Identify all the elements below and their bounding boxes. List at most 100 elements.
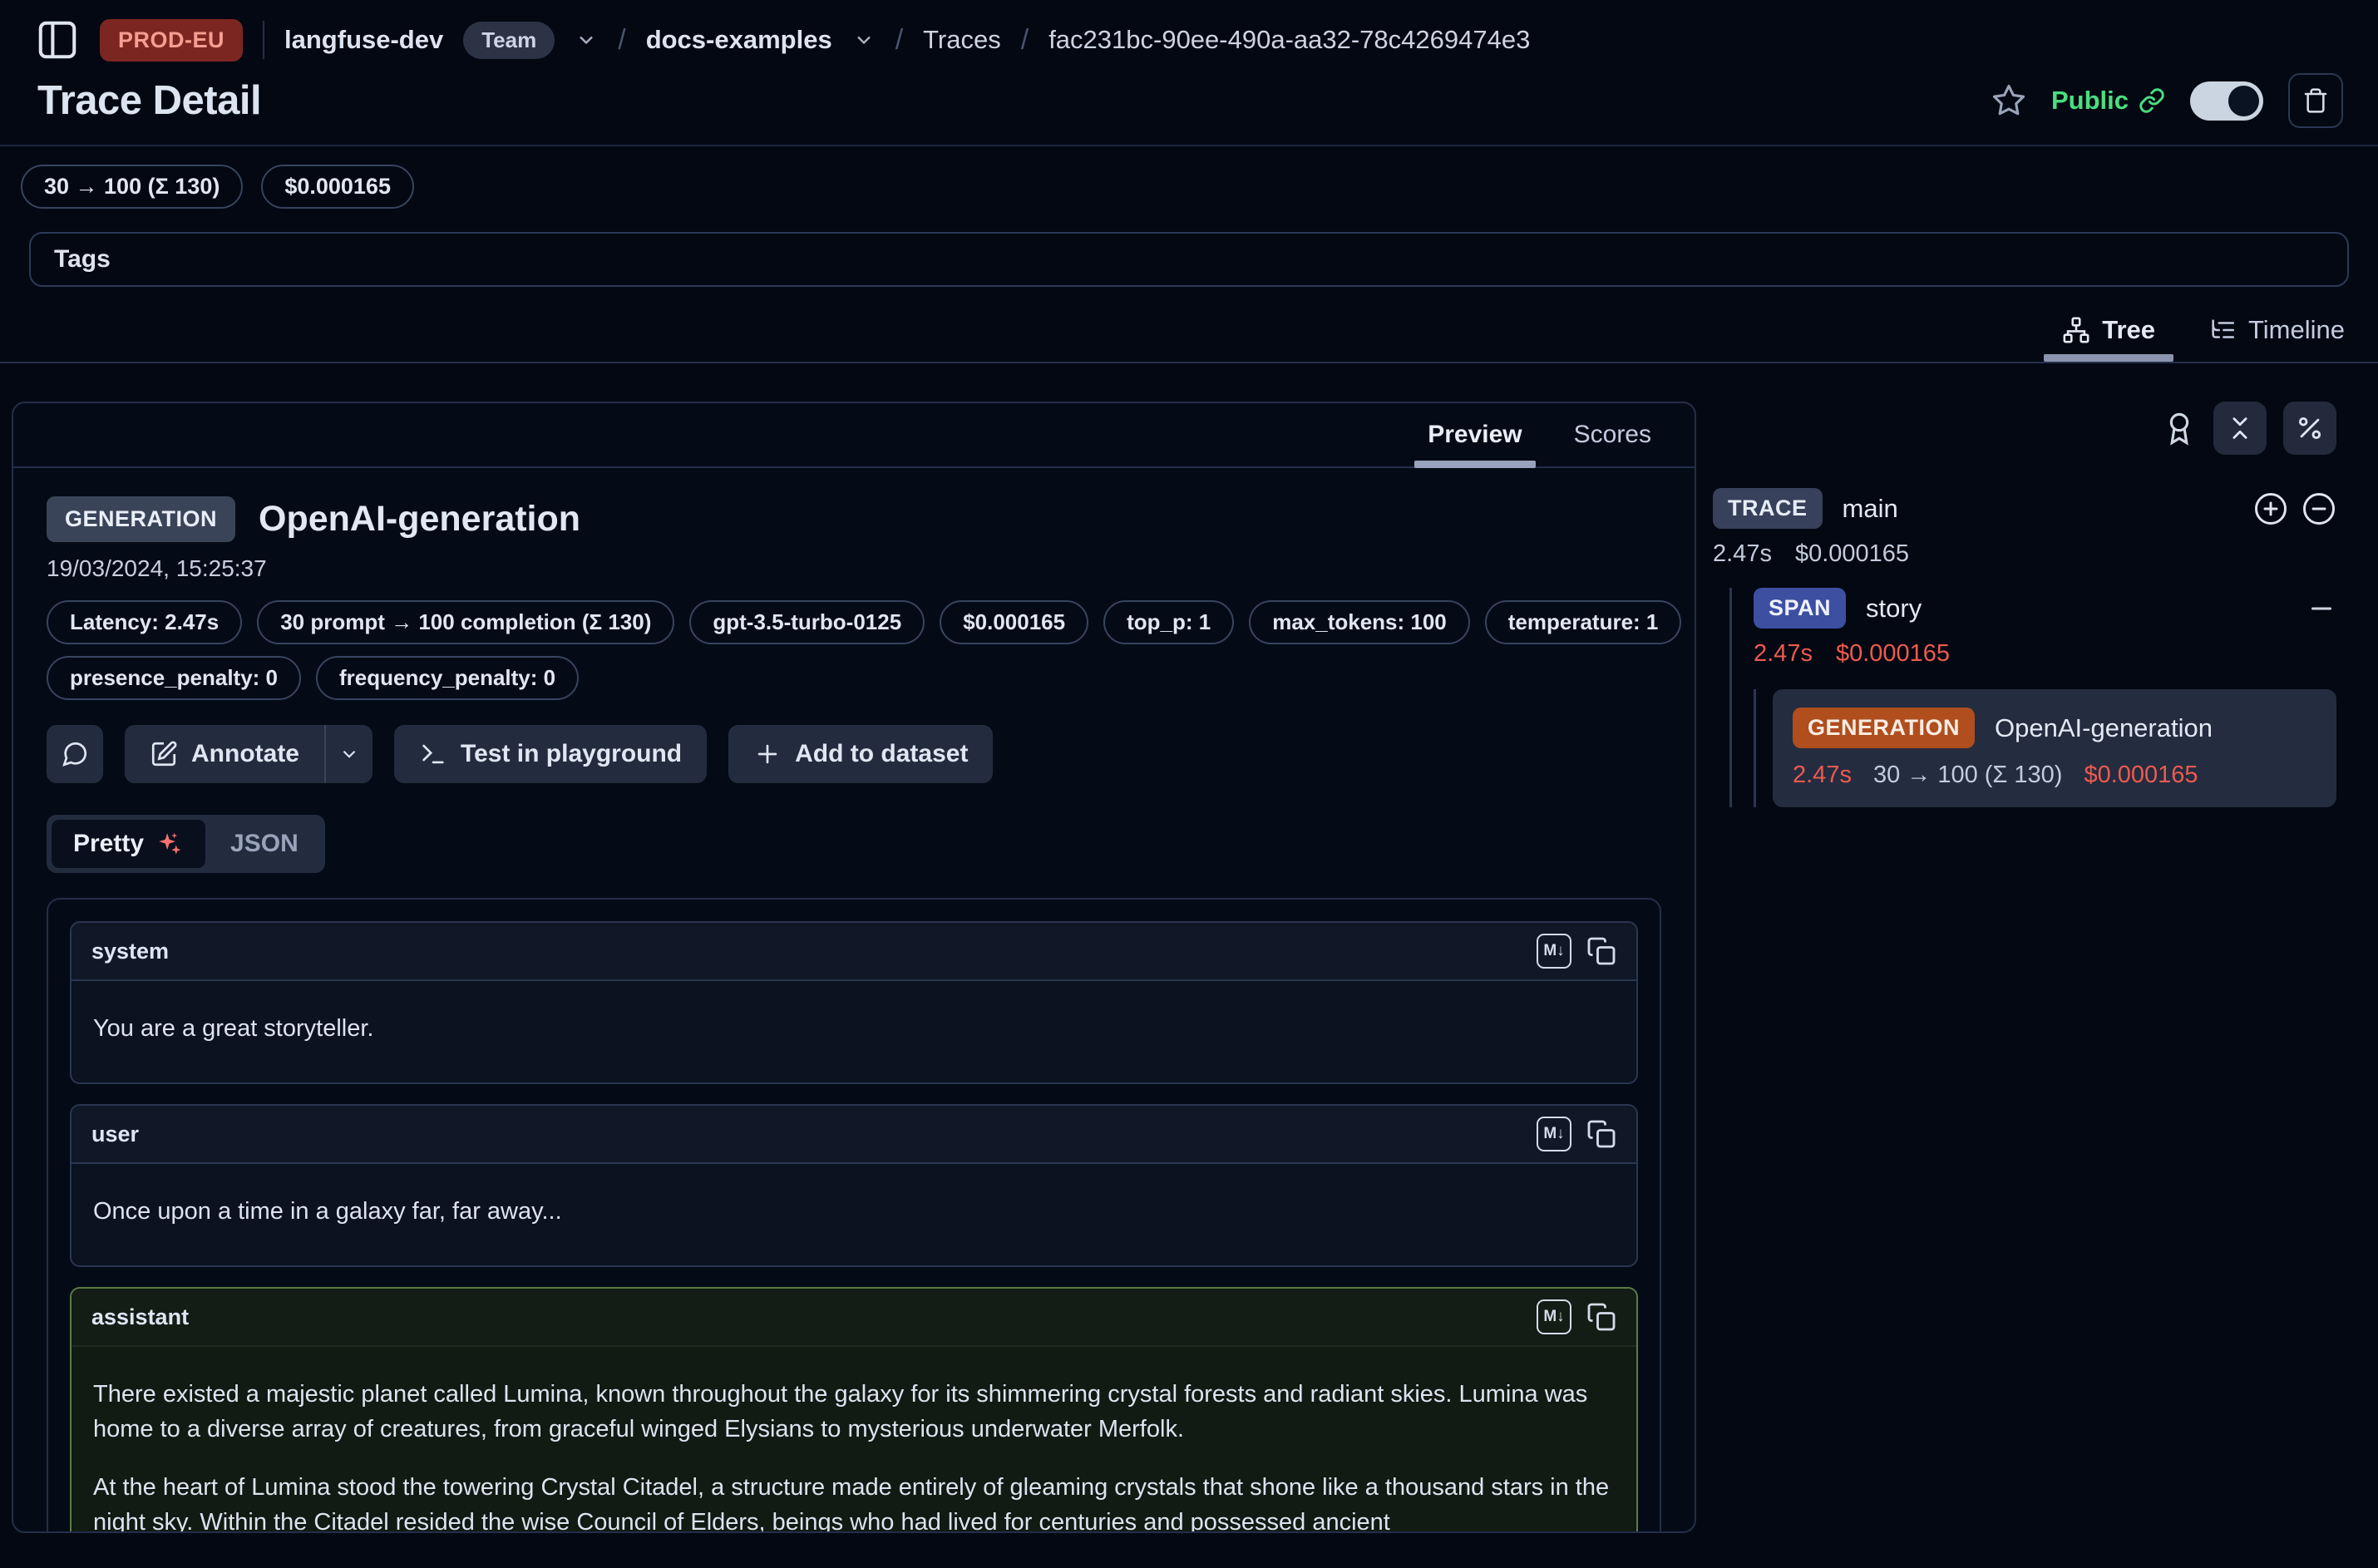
token-usage-badge: 30 → 100 (Σ 130): [21, 165, 243, 209]
message-role: system: [91, 939, 169, 964]
generation-cost: $0.000165: [2084, 762, 2198, 789]
message-content: You are a great storyteller.: [72, 981, 1636, 1082]
tree-node-span[interactable]: SPAN story: [1754, 588, 2336, 629]
public-label: Public: [2051, 86, 2129, 116]
observation-params-row-1: Latency: 2.47s 30 prompt → 100 completio…: [47, 600, 1661, 644]
breadcrumb-org[interactable]: langfuse-dev: [284, 25, 443, 55]
main-content: Preview Scores GENERATION OpenAI-generat…: [0, 363, 2378, 1533]
generation-latency: 2.47s: [1793, 762, 1852, 789]
bookmark-star-button[interactable]: [1991, 83, 2026, 118]
tree-node-generation-selected[interactable]: GENERATION OpenAI-generation 2.47s 30 → …: [1773, 689, 2336, 807]
public-share-link[interactable]: Public: [2051, 86, 2165, 116]
observation-params-row-2: presence_penalty: 0 frequency_penalty: 0: [47, 656, 1661, 700]
span-cost: $0.000165: [1836, 640, 1950, 668]
annotate-scores-button[interactable]: [2162, 411, 2197, 446]
divider: [263, 21, 264, 59]
sidebar-toggle-button[interactable]: [35, 17, 80, 62]
annotate-split-button: Annotate: [125, 725, 372, 783]
comment-button[interactable]: [47, 725, 103, 783]
annotate-button[interactable]: Annotate: [125, 725, 324, 783]
span-type-badge: SPAN: [1754, 588, 1846, 629]
copy-button[interactable]: [1586, 936, 1616, 966]
copy-icon: [1586, 1302, 1616, 1332]
messages-container: system M↓ You are a great storyteller.: [47, 898, 1661, 1533]
terminal-icon: [419, 740, 447, 768]
collapse-all-button[interactable]: [2213, 402, 2267, 455]
view-mode-tabs: Tree Timeline: [0, 308, 2378, 363]
breadcrumb-project[interactable]: docs-examples: [646, 25, 832, 55]
chevron-down-icon[interactable]: [852, 28, 876, 52]
observation-preview-card: Preview Scores GENERATION OpenAI-generat…: [12, 402, 1696, 1533]
span-latency: 2.47s: [1754, 640, 1813, 668]
toggle-metrics-button[interactable]: [2283, 402, 2336, 455]
add-to-dataset-button[interactable]: Add to dataset: [728, 725, 993, 783]
json-label: JSON: [230, 830, 298, 858]
tree-node-trace[interactable]: TRACE main: [1713, 488, 2336, 529]
message-card-assistant: assistant M↓ There existed a majestic pl…: [70, 1287, 1638, 1533]
annotate-dropdown-button[interactable]: [324, 725, 372, 783]
format-pretty-segment[interactable]: Pretty: [52, 820, 205, 868]
breadcrumb-separator: /: [618, 24, 625, 57]
trace-tree-panel: TRACE main 2.47s $0.000165: [1713, 402, 2361, 1533]
org-type-badge: Team: [463, 22, 555, 59]
annotate-label: Annotate: [191, 740, 299, 768]
tags-box[interactable]: Tags: [29, 232, 2349, 287]
breadcrumb-separator: /: [1021, 24, 1029, 57]
generation-tokens: 30 → 100 (Σ 130): [1873, 762, 2063, 789]
token-usage-badge: 30 prompt → 100 completion (Σ 130): [257, 600, 674, 644]
fold-vertical-icon: [2226, 414, 2254, 442]
trace-latency: 2.47s: [1713, 540, 1772, 568]
tab-timeline-label: Timeline: [2248, 315, 2345, 345]
temperature-badge: temperature: 1: [1485, 600, 1682, 644]
message-card-system: system M↓ You are a great storyteller.: [70, 921, 1638, 1084]
chevron-down-icon[interactable]: [575, 28, 598, 52]
cost-badge: $0.000165: [261, 165, 414, 209]
tab-scores[interactable]: Scores: [1552, 403, 1673, 466]
delete-trace-button[interactable]: [2288, 73, 2343, 128]
minus-circle-icon: [2302, 491, 2336, 526]
plus-circle-icon: [2253, 491, 2288, 526]
toggle-knob: [2228, 86, 2259, 116]
star-icon: [1991, 83, 2026, 118]
tree-icon: [2062, 316, 2090, 344]
top-p-badge: top_p: 1: [1103, 600, 1234, 644]
collapse-all-nodes-button[interactable]: [2302, 491, 2336, 526]
message-card-user: user M↓ Once upon a time in a galaxy far…: [70, 1104, 1638, 1267]
copy-icon: [1586, 936, 1616, 966]
add-to-dataset-label: Add to dataset: [795, 740, 968, 768]
span-metrics: 2.47s $0.000165: [1754, 640, 2336, 668]
markdown-toggle-button[interactable]: M↓: [1537, 1299, 1571, 1334]
trace-cost: $0.000165: [1795, 540, 1909, 568]
trace-summary-badges: 30 → 100 (Σ 130) $0.000165: [0, 146, 2378, 209]
copy-button[interactable]: [1586, 1302, 1616, 1332]
observation-actions: Annotate Test in playground: [47, 725, 1661, 783]
tags-label: Tags: [54, 245, 111, 274]
trace-name: main: [1843, 494, 1898, 524]
tab-preview[interactable]: Preview: [1406, 403, 1543, 466]
public-toggle[interactable]: [2190, 81, 2263, 121]
preview-scores-tabs: Preview Scores: [13, 403, 1695, 468]
collapse-node-button[interactable]: [2306, 594, 2336, 624]
markdown-toggle-button[interactable]: M↓: [1537, 1117, 1571, 1151]
pretty-label: Pretty: [73, 830, 144, 858]
tab-timeline[interactable]: Timeline: [2190, 308, 2363, 362]
trace-type-badge: TRACE: [1713, 488, 1823, 529]
playground-label: Test in playground: [461, 740, 682, 768]
test-in-playground-button[interactable]: Test in playground: [394, 725, 707, 783]
environment-badge[interactable]: PROD-EU: [100, 19, 243, 62]
observation-type-badge: GENERATION: [47, 496, 235, 542]
expand-all-button[interactable]: [2253, 491, 2288, 526]
breadcrumb-separator: /: [895, 24, 903, 57]
list-tree-icon: [2208, 316, 2237, 344]
active-tab-indicator: [1414, 461, 1535, 468]
format-toggle: Pretty JSON: [47, 815, 325, 873]
plus-icon: [753, 740, 782, 768]
max-tokens-badge: max_tokens: 100: [1249, 600, 1470, 644]
copy-icon: [1586, 1119, 1616, 1149]
tab-tree[interactable]: Tree: [2044, 308, 2173, 362]
breadcrumb-traces-link[interactable]: Traces: [923, 25, 1001, 55]
active-tab-indicator: [2044, 354, 2173, 362]
format-json-segment[interactable]: JSON: [209, 820, 320, 868]
markdown-toggle-button[interactable]: M↓: [1537, 934, 1571, 969]
copy-button[interactable]: [1586, 1119, 1616, 1149]
